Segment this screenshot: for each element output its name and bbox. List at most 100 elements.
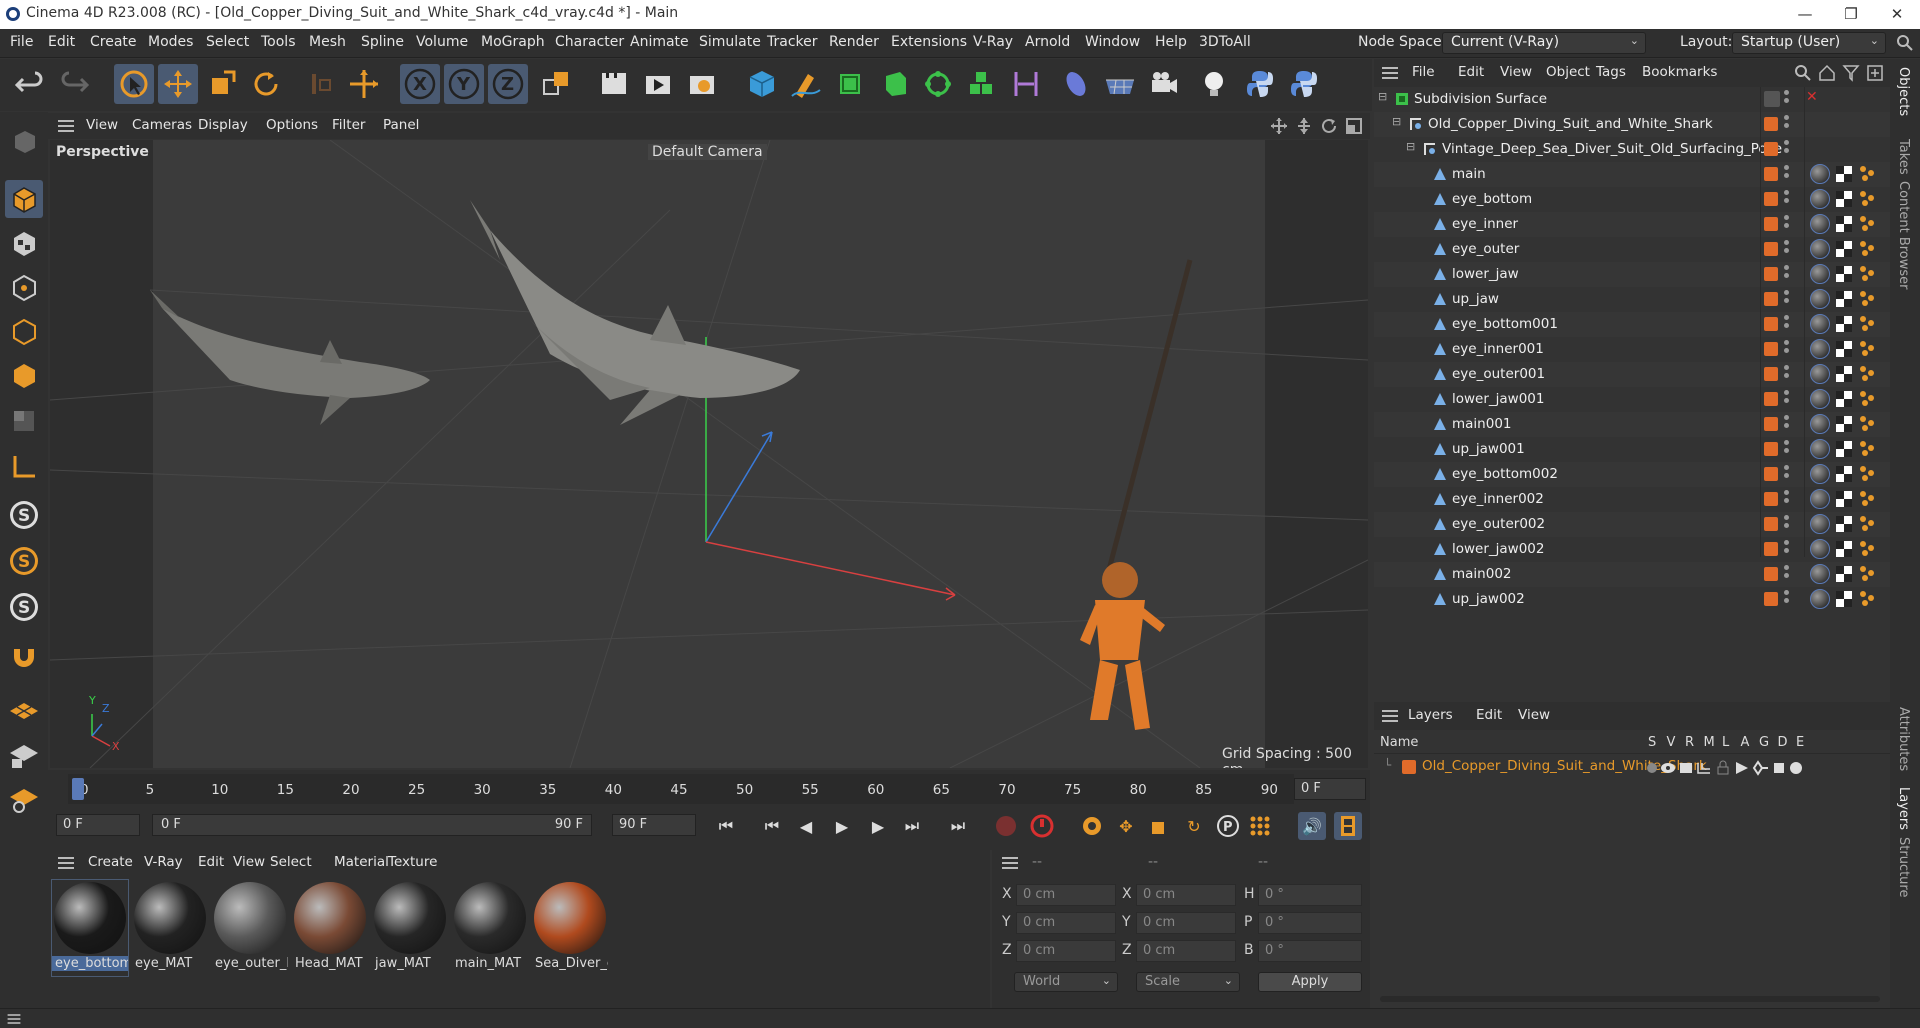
viewport-zoom-icon[interactable] [1295, 117, 1313, 135]
layer-color-swatch[interactable] [1764, 242, 1778, 256]
cube-button[interactable] [742, 64, 782, 104]
layer-color-swatch[interactable] [1402, 760, 1416, 774]
tab-takes[interactable]: Takes [1896, 139, 1911, 175]
material-tag-icon[interactable] [1810, 589, 1830, 609]
scale-tool[interactable] [202, 64, 242, 104]
menu-window[interactable]: Window [1085, 34, 1140, 50]
menu-animate[interactable]: Animate [630, 34, 689, 50]
menu-tools[interactable]: Tools [261, 34, 296, 50]
visibility-dots-icon[interactable] [1784, 290, 1789, 304]
object-name[interactable]: eye_bottom002 [1452, 466, 1558, 482]
menu-help[interactable]: Help [1155, 34, 1187, 50]
menu-spline[interactable]: Spline [361, 34, 404, 50]
checker-tag-icon[interactable] [1836, 391, 1852, 407]
tab-layers[interactable]: Layers [1896, 787, 1911, 830]
rotate-tool[interactable] [246, 64, 286, 104]
start-frame-field[interactable]: 0 F [56, 814, 140, 836]
menu-create[interactable]: Create [90, 34, 137, 50]
visibility-dots-icon[interactable] [1784, 165, 1789, 179]
coord-position-z-field[interactable]: 0 cm [1016, 940, 1116, 962]
prev-frame-button[interactable]: ◀ [792, 812, 820, 840]
timeline-ruler[interactable]: 0 5 10 15 20 25 30 35 40 45 50 55 60 65 70 75 80 85 90 [68, 774, 1294, 804]
locked-workplane-button[interactable] [5, 736, 43, 774]
layer-color-swatch[interactable] [1764, 342, 1778, 356]
object-row[interactable]: lower_jaw [1374, 262, 1890, 287]
material-tag-icon[interactable] [1810, 564, 1830, 584]
material-tag-icon[interactable] [1810, 364, 1830, 384]
layer-color-swatch[interactable] [1764, 217, 1778, 231]
visibility-dots-icon[interactable] [1784, 465, 1789, 479]
menu-tracker[interactable]: Tracker [767, 34, 818, 50]
checker-tag-icon[interactable] [1836, 266, 1852, 282]
layer-horizontal-scrollbar[interactable] [1380, 996, 1880, 1002]
key-scale-button[interactable] [1146, 812, 1174, 840]
python-script-button[interactable] [1284, 64, 1324, 104]
material-tag-icon[interactable] [1810, 489, 1830, 509]
coord-size-x-field[interactable]: 0 cm [1136, 884, 1236, 906]
camera-label[interactable]: Default Camera [648, 144, 767, 160]
coordinates-menu-icon[interactable] [1002, 857, 1018, 869]
undo-button[interactable] [10, 64, 50, 104]
python-button[interactable] [1240, 64, 1280, 104]
deformer-button[interactable] [1006, 64, 1046, 104]
checker-tag-icon[interactable] [1836, 191, 1852, 207]
light-button[interactable] [1194, 64, 1234, 104]
material-menu-material[interactable]: Material [334, 854, 389, 870]
mograph-cloner-button[interactable] [918, 64, 958, 104]
next-frame-button[interactable]: ▶ [864, 812, 892, 840]
checker-tag-icon[interactable] [1836, 366, 1852, 382]
menu-3dtoall[interactable]: 3DToAll [1199, 34, 1251, 50]
object-name[interactable]: eye_outer001 [1452, 366, 1545, 382]
checker-tag-icon[interactable] [1836, 466, 1852, 482]
object-menu-file[interactable]: File [1412, 64, 1435, 80]
visibility-dots-icon[interactable] [1784, 415, 1789, 429]
layer-menu-layers[interactable]: Layers [1408, 707, 1453, 723]
material-swatch[interactable]: main_MAT [452, 880, 528, 976]
menu-modes[interactable]: Modes [148, 34, 193, 50]
material-swatch[interactable]: jaw_MAT [372, 880, 448, 976]
tab-content-browser[interactable]: Content Browser [1896, 181, 1911, 290]
layer-color-swatch[interactable] [1764, 592, 1778, 606]
object-name[interactable]: lower_jaw002 [1452, 541, 1545, 557]
tab-structure[interactable]: Structure [1896, 837, 1911, 897]
layer-color-swatch[interactable] [1764, 142, 1778, 156]
layer-color-swatch[interactable] [1764, 317, 1778, 331]
expand-toggle-icon[interactable]: ⊟ [1378, 90, 1387, 103]
object-row[interactable]: eye_outer001 [1374, 362, 1890, 387]
status-menu-icon[interactable] [7, 1014, 21, 1024]
object-menu-bookmarks[interactable]: Bookmarks [1642, 64, 1717, 80]
object-row[interactable]: up_jaw001 [1374, 437, 1890, 462]
expand-toggle-icon[interactable]: ⊟ [1392, 115, 1401, 128]
object-menu-icon[interactable] [1382, 67, 1398, 79]
object-name[interactable]: eye_inner001 [1452, 341, 1544, 357]
object-name[interactable]: lower_jaw [1452, 266, 1519, 282]
object-name[interactable]: eye_bottom [1452, 191, 1532, 207]
snap-button[interactable]: S [5, 496, 43, 534]
layer-color-swatch[interactable] [1764, 467, 1778, 481]
coord-rotation-b-field[interactable]: 0 ° [1258, 940, 1362, 962]
x-axis-lock-button[interactable]: X [400, 64, 440, 104]
layer-color-swatch[interactable] [1764, 517, 1778, 531]
visibility-dots-icon[interactable] [1784, 490, 1789, 504]
object-name[interactable]: lower_jaw001 [1452, 391, 1545, 407]
extrude-button[interactable] [874, 64, 914, 104]
filter-icon[interactable] [1842, 64, 1860, 82]
material-tag-icon[interactable] [1810, 164, 1830, 184]
object-row[interactable]: main001 [1374, 412, 1890, 437]
object-row[interactable]: lower_jaw001 [1374, 387, 1890, 412]
layer-color-swatch[interactable] [1764, 442, 1778, 456]
tab-objects[interactable]: Objects [1896, 67, 1911, 116]
coord-size-y-field[interactable]: 0 cm [1136, 912, 1236, 934]
object-row[interactable]: eye_outer [1374, 237, 1890, 262]
search-icon[interactable] [1896, 34, 1914, 52]
material-tag-icon[interactable] [1810, 239, 1830, 259]
live-selection-tool[interactable] [114, 64, 154, 104]
visibility-dots-icon[interactable] [1784, 190, 1789, 204]
checker-tag-icon[interactable] [1836, 166, 1852, 182]
material-swatch[interactable]: eye_MAT [132, 880, 208, 976]
layer-color-swatch[interactable] [1764, 567, 1778, 581]
object-name[interactable]: eye_outer002 [1452, 516, 1545, 532]
workplane-button[interactable] [5, 692, 43, 730]
material-tag-icon[interactable] [1810, 289, 1830, 309]
material-tag-icon[interactable] [1810, 389, 1830, 409]
